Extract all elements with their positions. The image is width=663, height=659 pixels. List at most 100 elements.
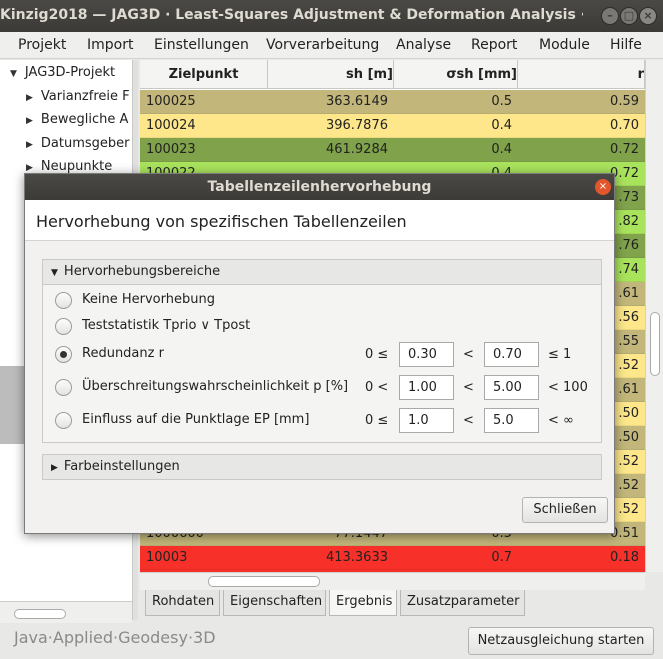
tree-item-varianzfreie[interactable]: ▶ Varianzfreie F [26, 89, 130, 104]
tree-item-label: Bewegliche A [40, 112, 129, 127]
option-label: Einfluss auf die Punktlage EP [mm] [82, 412, 310, 427]
expanded-arrow-icon: ▼ [51, 268, 58, 278]
cell-sh: 461.9284 [325, 142, 388, 157]
option-label: Überschreitungswahrscheinlichkeit p [%] [82, 379, 349, 394]
tree-selection-highlight [0, 366, 26, 444]
radio-button[interactable] [55, 292, 72, 309]
menu-projekt[interactable]: Projekt [18, 37, 66, 53]
maximize-icon[interactable]: □ [620, 7, 638, 25]
dialog-header-text: Hervorhebung von spezifischen Tabellenze… [36, 212, 407, 231]
tab-eigenschaften[interactable]: Eigenschaften [223, 590, 326, 616]
highlight-dialog: Tabellenzeilenhervorhebung × Hervorhebun… [24, 173, 615, 534]
section-title: Farbeinstellungen [63, 459, 180, 474]
cell-zielpunkt: 100024 [146, 118, 196, 133]
upper-operator: < ∞ [548, 413, 574, 428]
tree-item-neupunkte[interactable]: ▶ Neupunkte [26, 159, 112, 174]
option-label: Keine Hervorhebung [82, 292, 215, 307]
menu-vorverarbeitung[interactable]: Vorverarbeitung [266, 37, 379, 53]
cell-sigma-sh: 0.7 [491, 550, 512, 565]
table-row[interactable]: 100023 461.9284 0.4 0.72 [140, 138, 645, 162]
table-hscroll-thumb[interactable] [208, 576, 320, 587]
section-title: Hervorhebungsbereiche [63, 264, 221, 279]
window-titlebar: Kinzig2018 — JAG3D · Least-Squares Adjus… [0, 0, 663, 32]
collapsed-arrow-icon[interactable]: ▶ [26, 140, 33, 150]
tree-item-bewegliche[interactable]: ▶ Bewegliche A [26, 112, 128, 127]
radio-button[interactable] [55, 318, 72, 335]
menu-report[interactable]: Report [471, 37, 517, 53]
tree-scroll-thumb[interactable] [14, 609, 66, 619]
cell-sigma-sh: 0.5 [491, 94, 512, 109]
lower-operator: 0 < [365, 380, 389, 395]
dialog-close-button[interactable]: Schließen [522, 497, 608, 523]
menu-module[interactable]: Module [539, 37, 590, 53]
upper-operator: ≤ 1 [548, 347, 572, 362]
middle-operator: < [463, 413, 474, 428]
tree-item-datumsgeber[interactable]: ▶ Datumsgeber [26, 136, 130, 151]
menu-analyse[interactable]: Analyse [396, 37, 451, 53]
table-row[interactable]: 10003 413.3633 0.7 0.18 [140, 546, 645, 570]
tab-ergebnis[interactable]: Ergebnis [329, 590, 397, 616]
window-title: Kinzig2018 — JAG3D · Least-Squares Adjus… [0, 7, 583, 23]
cell-r: 0.59 [610, 94, 639, 109]
section-color-settings[interactable]: ▶ Farbeinstellungen [42, 454, 602, 480]
menu-import[interactable]: Import [87, 37, 133, 53]
redundanz-lower-input[interactable]: 0.30 [399, 342, 454, 367]
middle-operator: < [463, 347, 474, 362]
cell-sh: 396.7876 [325, 118, 388, 133]
tree-horizontal-scrollbar[interactable] [0, 601, 132, 623]
table-vertical-scrollbar[interactable] [645, 60, 663, 572]
menu-bar: Projekt Import Einstellungen Vorverarbei… [0, 32, 663, 59]
table-row[interactable]: 100024 396.7876 0.4 0.70 [140, 114, 645, 138]
close-icon[interactable]: × [639, 7, 657, 25]
collapsed-arrow-icon[interactable]: ▶ [26, 93, 33, 103]
option-label: Teststatistik Tprio ∨ Tpost [82, 318, 251, 333]
ep-lower-input[interactable]: 1.0 [399, 408, 454, 433]
start-adjustment-button[interactable]: Netzausgleichung starten [468, 627, 654, 655]
lower-operator: 0 ≤ [365, 347, 389, 362]
menu-hilfe[interactable]: Hilfe [610, 37, 642, 53]
table-horizontal-scrollbar[interactable] [140, 572, 645, 590]
cell-sh: 413.3633 [325, 550, 388, 565]
tree-item-label: Neupunkte [40, 159, 113, 174]
lower-operator: 0 ≤ [365, 413, 389, 428]
cell-zielpunkt: 10003 [146, 550, 188, 565]
tree-root-label: JAG3D-Projekt [24, 65, 116, 80]
cell-sigma-sh: 0.4 [491, 142, 512, 157]
collapsed-arrow-icon[interactable]: ▶ [26, 163, 33, 173]
column-header-r[interactable]: r [518, 60, 645, 89]
section-highlight-ranges[interactable]: ▼ Hervorhebungsbereiche [42, 259, 602, 285]
column-header-zielpunkt[interactable]: Zielpunkt [140, 60, 268, 89]
table-vscroll-thumb[interactable] [650, 312, 660, 376]
cell-r: 0.70 [610, 118, 639, 133]
column-header-sigma-sh[interactable]: σsh [mm] [394, 60, 518, 89]
tree-item-label: Varianzfreie F [40, 89, 130, 104]
dialog-close-icon[interactable]: × [595, 179, 611, 195]
upper-operator: < 100 [548, 380, 588, 395]
radio-button[interactable] [55, 379, 72, 396]
menu-einstellungen[interactable]: Einstellungen [154, 37, 249, 53]
tree-root[interactable]: ▼ JAG3D-Projekt [10, 65, 115, 80]
tree-item-label: Datumsgeber [40, 136, 130, 151]
tab-rohdaten[interactable]: Rohdaten [145, 590, 220, 616]
table-row[interactable]: 100025 363.6149 0.5 0.59 [140, 90, 645, 114]
minimize-icon[interactable]: – [601, 7, 619, 25]
probability-lower-input[interactable]: 1.00 [399, 375, 454, 400]
cell-zielpunkt: 100025 [146, 94, 196, 109]
radio-button-selected[interactable] [55, 346, 72, 363]
probability-upper-input[interactable]: 5.00 [484, 375, 539, 400]
redundanz-upper-input[interactable]: 0.70 [484, 342, 539, 367]
collapsed-arrow-icon[interactable]: ▶ [26, 116, 33, 126]
expanded-arrow-icon[interactable]: ▼ [10, 69, 17, 79]
radio-button[interactable] [55, 412, 72, 429]
cell-r: 0.72 [610, 142, 639, 157]
middle-operator: < [463, 380, 474, 395]
tab-zusatzparameter[interactable]: Zusatzparameter [400, 590, 525, 616]
cell-sigma-sh: 0.4 [491, 118, 512, 133]
option-label: Redundanz r [82, 346, 164, 361]
cell-zielpunkt: 100023 [146, 142, 196, 157]
brand-logo-text: Java·Applied·Geodesy·3D [14, 628, 216, 647]
cell-r: 0.18 [610, 550, 639, 565]
ep-upper-input[interactable]: 5.0 [484, 408, 539, 433]
column-header-sh[interactable]: sh [m] [268, 60, 394, 89]
dialog-header: Hervorhebung von spezifischen Tabellenze… [25, 200, 614, 241]
